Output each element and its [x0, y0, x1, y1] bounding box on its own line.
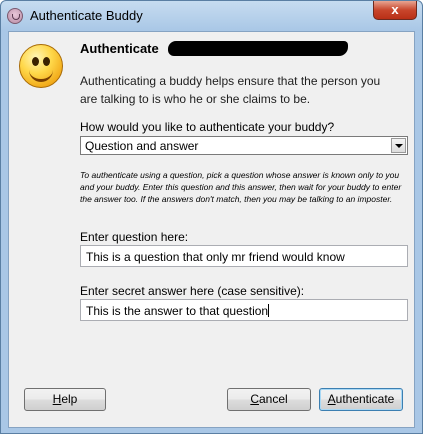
method-select-value: Question and answer — [85, 139, 199, 153]
answer-input-value: This is the answer to that question — [86, 304, 270, 318]
redacted-buddy-name — [168, 41, 348, 56]
question-label: Enter question here: — [80, 230, 189, 244]
close-button[interactable]: x — [373, 1, 417, 20]
description-text: Authenticating a buddy helps ensure that… — [80, 74, 381, 106]
pidgin-icon — [7, 8, 23, 24]
answer-label: Enter secret answer here (case sensitive… — [80, 284, 305, 298]
cancel-button[interactable]: Cancel — [227, 388, 311, 411]
dialog-heading: Authenticate — [80, 41, 159, 56]
instructions-text: To authenticate using a question, pick a… — [80, 170, 402, 204]
question-input-value: This is a question that only mr friend w… — [86, 250, 345, 264]
close-icon: x — [391, 2, 399, 17]
authenticate-button[interactable]: Authenticate — [319, 388, 403, 411]
window-title: Authenticate Buddy — [30, 8, 143, 23]
smiley-icon — [19, 44, 63, 88]
dialog-body: Authenticate Authenticating a buddy help… — [8, 31, 415, 428]
help-button[interactable]: Help — [24, 388, 106, 411]
answer-input[interactable]: This is the answer to that question — [80, 299, 408, 321]
title-bar[interactable]: Authenticate Buddy x — [1, 1, 422, 31]
question-input[interactable]: This is a question that only mr friend w… — [80, 245, 408, 267]
method-label: How would you like to authenticate your … — [80, 120, 335, 134]
authenticate-buddy-window: Authenticate Buddy x Authenticate Authen… — [0, 0, 423, 434]
method-select[interactable]: Question and answer — [80, 136, 408, 155]
chevron-down-icon[interactable] — [391, 138, 406, 153]
